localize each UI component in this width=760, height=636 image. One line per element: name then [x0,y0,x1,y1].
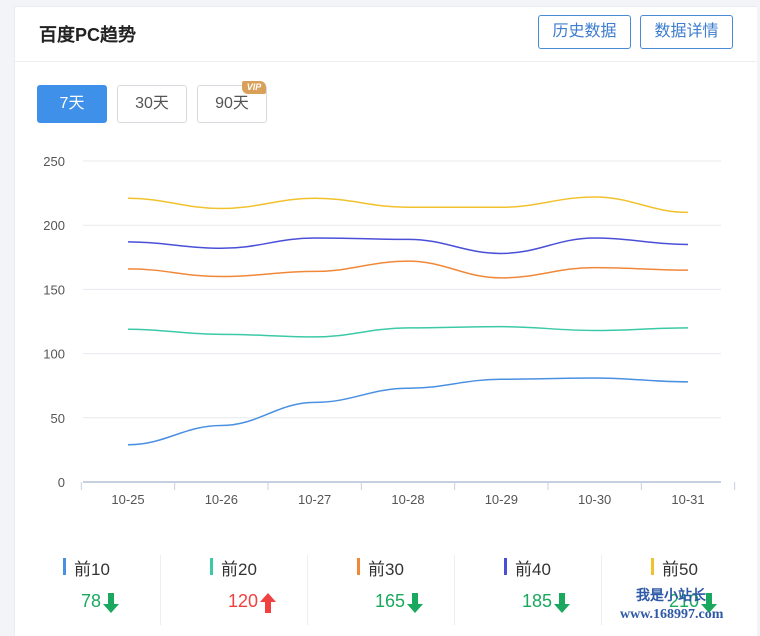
y-tick-label: 50 [51,411,65,426]
legend-value: 78 [81,591,101,612]
x-tick-label: 10-25 [111,492,144,507]
series-line-2 [128,327,688,337]
series-line-5 [128,197,688,212]
legend-label: 前20 [221,555,257,580]
arrow-up-icon [260,593,276,613]
arrow-down-icon [407,593,423,613]
trend-line-chart: 0 50 100 150 200 250 10-25 10-26 10-27 10-28 10-29… [15,7,757,517]
legend-label: 前40 [515,555,551,580]
watermark-line2: www.168997.com [620,606,723,624]
legend-divider [454,555,455,625]
watermark: 我是小站长 www.168997.com [620,588,723,624]
y-tick-label: 200 [43,218,65,233]
trend-card: 百度PC趋势 历史数据 数据详情 7天 30天 90天 VIP 05010015… [14,6,757,636]
legend-divider [307,555,308,625]
legend-label: 前30 [368,555,404,580]
legend-color-bar [210,558,213,575]
legend-label: 前50 [662,555,698,580]
x-tick-label: 10-30 [578,492,611,507]
legend-color-bar [357,558,360,575]
x-tick-label: 10-28 [391,492,424,507]
y-tick-label: 150 [43,282,65,297]
arrow-down-icon [103,593,119,613]
x-tick-label: 10-29 [485,492,518,507]
legend-label: 前10 [74,555,110,580]
x-tick-label: 10-31 [671,492,704,507]
legend-divider [160,555,161,625]
watermark-line1: 我是小站长 [620,588,723,606]
y-tick-label: 250 [43,154,65,169]
legend-color-bar [651,558,654,575]
legend-color-bar [504,558,507,575]
legend-value: 120 [228,591,258,612]
legend-divider [601,555,602,625]
legend-value: 165 [375,591,405,612]
y-tick-label: 100 [43,347,65,362]
arrow-down-icon [554,593,570,613]
series-line-3 [128,261,688,278]
x-tick-label: 10-27 [298,492,331,507]
x-tick-label: 10-26 [205,492,238,507]
legend-item: 前30 165 [357,555,497,625]
series-line-1 [128,378,688,445]
legend-item: 前10 78 [63,555,203,625]
legend-item: 前20 120 [210,555,350,625]
series-line-4 [128,238,688,253]
y-tick-label: 0 [58,475,65,490]
legend-color-bar [63,558,66,575]
legend-value: 185 [522,591,552,612]
